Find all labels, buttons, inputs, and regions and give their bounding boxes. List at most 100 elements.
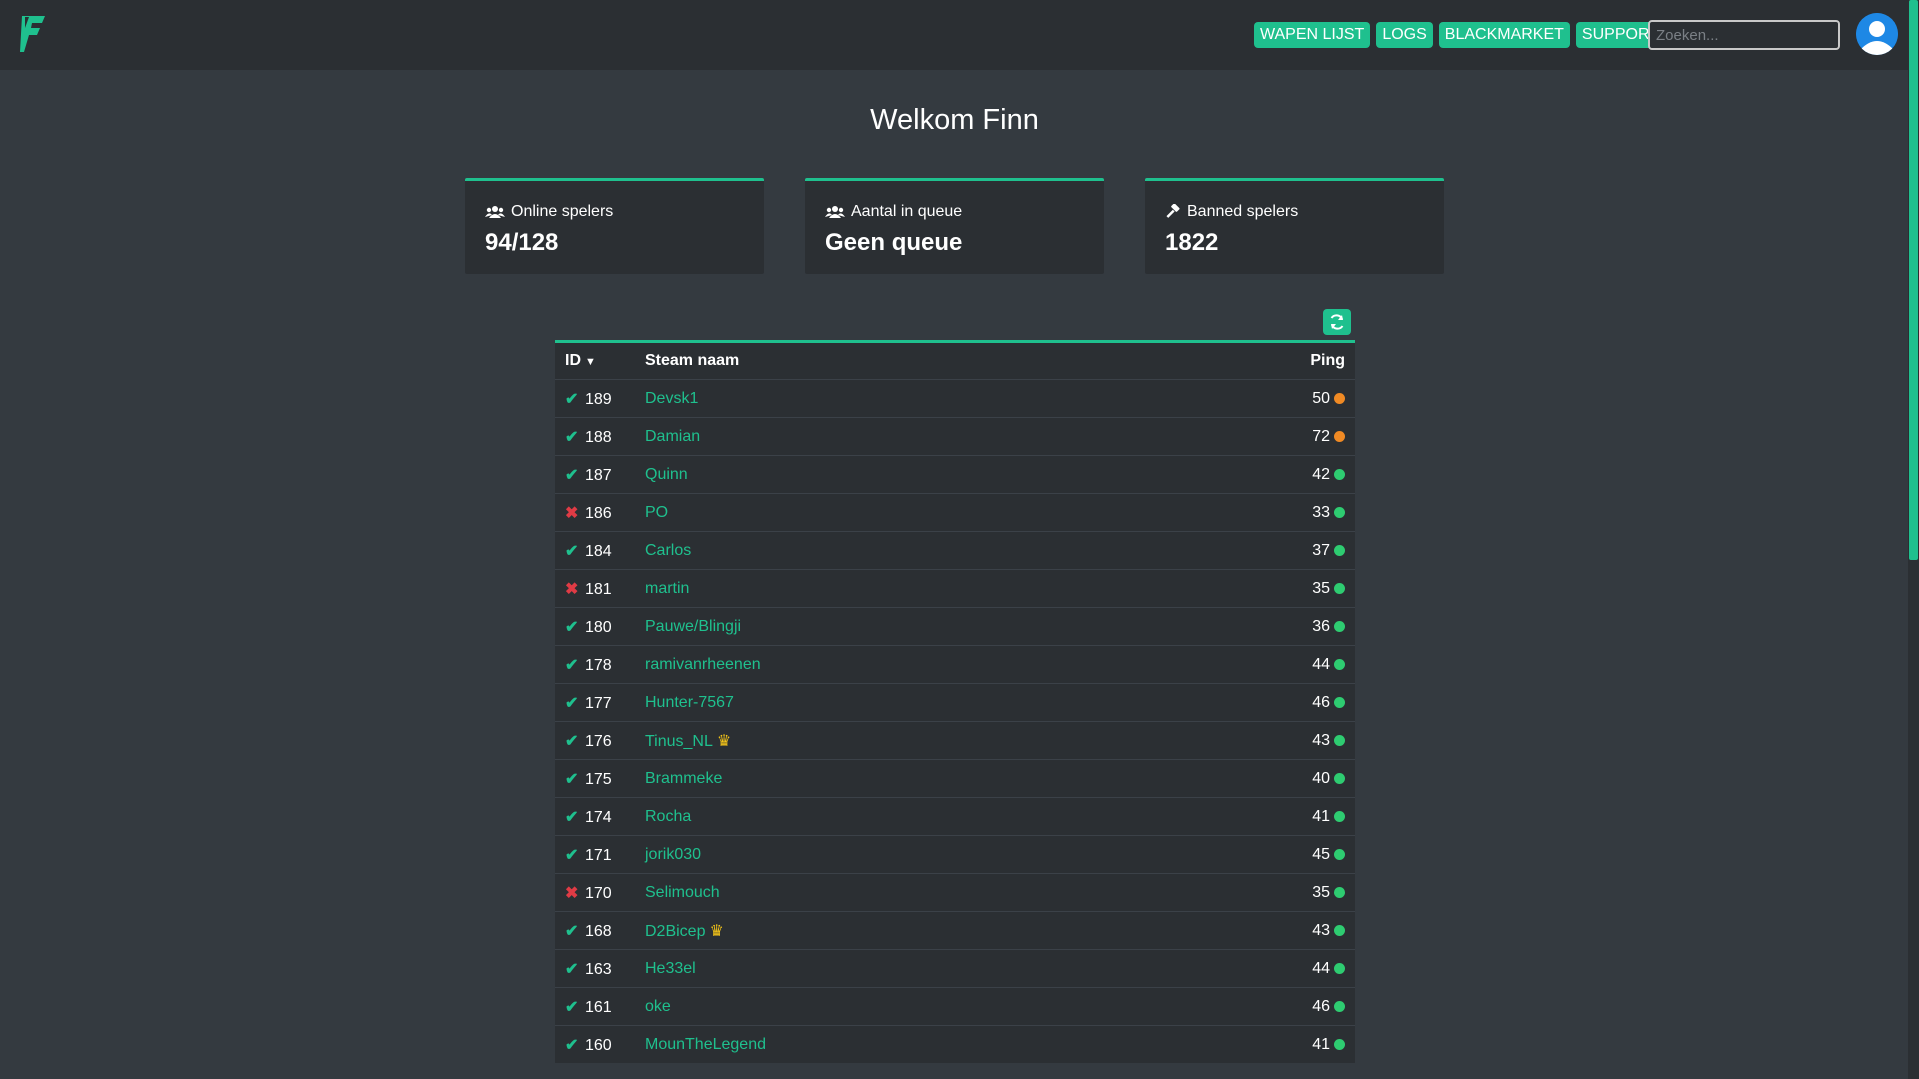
player-name-link[interactable]: Hunter-7567	[645, 694, 734, 711]
ping-status-dot-icon	[1334, 544, 1345, 556]
ping-column-header: Ping	[1310, 352, 1345, 369]
ping-cell: 46	[1153, 987, 1355, 1026]
player-name-link[interactable]: He33el	[645, 960, 696, 977]
ping-cell: 41	[1153, 797, 1355, 836]
player-id: 177	[585, 694, 612, 712]
ping-status-dot-icon	[1334, 392, 1345, 404]
nav-blackmarket-button[interactable]: BLACKMARKET	[1438, 22, 1570, 48]
table-row[interactable]: ✔ 180 Pauwe/Blingji 36	[555, 607, 1355, 646]
player-id-cell: ✔ 174	[555, 797, 635, 836]
queue-card: Aantal in queue Geen queue	[805, 178, 1104, 274]
player-name-cell: martin	[635, 569, 1154, 608]
check-icon: ✔	[565, 960, 579, 978]
player-name-link[interactable]: oke	[645, 998, 671, 1015]
table-row[interactable]: ✔ 187 Quinn 42	[555, 455, 1355, 494]
table-row[interactable]: ✔ 176 Tinus_NL ♛ 43	[555, 721, 1355, 760]
table-row[interactable]: ✔ 168 D2Bicep ♛ 43	[555, 911, 1355, 950]
ping-cell: 36	[1153, 607, 1355, 646]
player-name-cell: Quinn	[635, 455, 1154, 494]
ping-cell: 43	[1153, 911, 1355, 950]
player-name-cell: D2Bicep ♛	[635, 911, 1154, 950]
user-avatar[interactable]	[1856, 13, 1898, 55]
player-id-cell: ✔ 188	[555, 417, 635, 456]
table-row[interactable]: ✔ 160 MounTheLegend 41	[555, 1025, 1355, 1063]
ping-value: 41	[1312, 807, 1330, 825]
ping-status-dot-icon	[1334, 962, 1345, 974]
id-column-header[interactable]: ID ▼	[555, 343, 635, 380]
player-id-cell: ✔ 184	[555, 531, 635, 570]
player-name-link[interactable]: Quinn	[645, 466, 688, 483]
table-row[interactable]: ✔ 161 oke 46	[555, 987, 1355, 1026]
player-name-link[interactable]: Pauwe/Blingji	[645, 618, 741, 635]
player-name-cell: Pauwe/Blingji	[635, 607, 1154, 646]
table-row[interactable]: ✔ 171 jorik030 45	[555, 835, 1355, 874]
ping-value: 72	[1312, 427, 1330, 445]
player-id-cell: ✔ 161	[555, 987, 635, 1026]
player-name-link[interactable]: Devsk1	[645, 390, 698, 407]
nav-wapen-lijst-button[interactable]: WAPEN LIJST	[1254, 22, 1371, 48]
table-row[interactable]: ✔ 188 Damian 72	[555, 417, 1355, 456]
player-name-cell: Brammeke	[635, 759, 1154, 798]
player-name-link[interactable]: Selimouch	[645, 884, 720, 901]
table-row[interactable]: ✖ 170 Selimouch 35	[555, 873, 1355, 912]
table-row[interactable]: ✖ 186 PO 33	[555, 493, 1355, 532]
card-label: Banned spelers	[1187, 203, 1299, 220]
users-icon	[485, 206, 505, 218]
player-id-cell: ✖ 170	[555, 873, 635, 912]
player-name-cell: ramivanrheenen	[635, 645, 1154, 684]
crown-icon: ♛	[716, 732, 732, 750]
table-row[interactable]: ✖ 181 martin 35	[555, 569, 1355, 608]
player-name-link[interactable]: Tinus_NL	[645, 733, 713, 750]
check-icon: ✔	[565, 732, 579, 750]
player-name-link[interactable]: D2Bicep	[645, 923, 705, 940]
ping-cell: 42	[1153, 455, 1355, 494]
card-label: Aantal in queue	[851, 203, 963, 220]
refresh-button[interactable]	[1323, 309, 1351, 335]
ping-value: 45	[1312, 845, 1330, 863]
ping-value: 43	[1312, 921, 1330, 939]
player-id-cell: ✔ 189	[555, 379, 635, 418]
nav-logs-button[interactable]: LOGS	[1376, 22, 1433, 48]
table-row[interactable]: ✔ 163 He33el 44	[555, 949, 1355, 988]
ping-value: 40	[1312, 769, 1330, 787]
player-name-link[interactable]: jorik030	[645, 846, 701, 863]
player-name-link[interactable]: Damian	[645, 428, 700, 445]
player-name-link[interactable]: PO	[645, 504, 668, 521]
page-title: Welkom Finn	[870, 104, 1039, 136]
player-id: 180	[585, 618, 612, 636]
table-row[interactable]: ✔ 189 Devsk1 50	[555, 379, 1355, 418]
player-name-link[interactable]: ramivanrheenen	[645, 656, 761, 673]
check-icon: ✔	[565, 770, 579, 788]
table-row[interactable]: ✔ 174 Rocha 41	[555, 797, 1355, 836]
card-value: 94/128	[485, 229, 559, 256]
player-name-link[interactable]: Carlos	[645, 542, 691, 559]
player-name-cell: Carlos	[635, 531, 1154, 570]
player-name-link[interactable]: Brammeke	[645, 770, 722, 787]
ping-status-dot-icon	[1334, 430, 1345, 442]
ping-value: 44	[1312, 655, 1330, 673]
table-row[interactable]: ✔ 175 Brammeke 40	[555, 759, 1355, 798]
table-row[interactable]: ✔ 178 ramivanrheenen 44	[555, 645, 1355, 684]
table-row[interactable]: ✔ 177 Hunter-7567 46	[555, 683, 1355, 722]
ping-cell: 41	[1153, 1025, 1355, 1063]
table-row[interactable]: ✔ 184 Carlos 37	[555, 531, 1355, 570]
player-id-cell: ✔ 171	[555, 835, 635, 874]
ping-status-dot-icon	[1334, 468, 1345, 480]
page-scrollbar[interactable]	[1908, 0, 1919, 1079]
player-name-link[interactable]: MounTheLegend	[645, 1036, 766, 1053]
ping-cell: 33	[1153, 493, 1355, 532]
player-id: 161	[585, 998, 612, 1016]
ping-cell: 40	[1153, 759, 1355, 798]
logo-icon[interactable]	[19, 14, 47, 54]
ping-status-dot-icon	[1334, 506, 1345, 518]
scrollbar-thumb[interactable]	[1909, 0, 1918, 560]
player-id: 168	[585, 922, 612, 940]
player-name-link[interactable]: Rocha	[645, 808, 691, 825]
search-input[interactable]	[1648, 20, 1840, 50]
ping-value: 43	[1312, 731, 1330, 749]
player-id-cell: ✔ 180	[555, 607, 635, 646]
player-name-link[interactable]: martin	[645, 580, 689, 597]
ping-value: 33	[1312, 503, 1330, 521]
ping-cell: 46	[1153, 683, 1355, 722]
ping-value: 42	[1312, 465, 1330, 483]
